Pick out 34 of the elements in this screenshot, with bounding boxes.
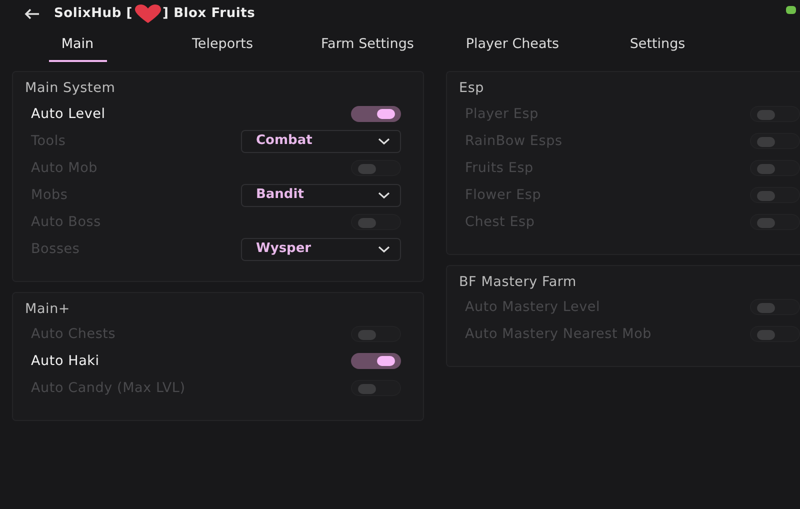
heart-icon <box>134 4 162 24</box>
toggle-switch[interactable] <box>750 133 800 149</box>
toggle-switch[interactable] <box>351 380 401 396</box>
back-icon[interactable] <box>24 8 40 20</box>
toggle-switch[interactable] <box>750 214 800 230</box>
tab[interactable]: Farm Settings <box>321 28 414 56</box>
chevron-down-icon <box>378 138 390 144</box>
toggle-switch[interactable] <box>750 326 800 342</box>
tab[interactable]: Main <box>61 28 94 56</box>
setting-label: Auto Haki <box>31 352 100 372</box>
toggle-switch[interactable] <box>351 160 401 176</box>
section-title: Esp <box>459 79 486 98</box>
window-title: ] Blox Fruits <box>162 5 256 24</box>
chevron-down-icon <box>378 246 390 252</box>
toggle-switch[interactable] <box>750 106 800 122</box>
toggle-switch[interactable] <box>351 106 401 122</box>
dropdown[interactable]: Bandit <box>241 184 401 206</box>
section-title: Main+ <box>25 300 72 318</box>
tab[interactable]: Player Cheats <box>466 28 560 56</box>
toggle-switch[interactable] <box>750 187 800 203</box>
toggle-switch[interactable] <box>351 353 401 370</box>
toggle-switch[interactable] <box>750 160 800 176</box>
dropdown[interactable]: Wysper <box>241 238 401 260</box>
dropdown[interactable]: Combat <box>241 130 401 152</box>
section-title: BF Mastery Farm <box>459 272 578 292</box>
tab[interactable]: Settings <box>630 28 686 56</box>
chevron-down-icon <box>378 192 390 198</box>
window-title: SolixHub [ <box>54 5 132 24</box>
setting-label: Auto Level <box>31 104 106 124</box>
section-title: Main System <box>25 79 116 98</box>
tab[interactable]: Teleports <box>192 28 254 56</box>
toggle-switch[interactable] <box>351 214 401 230</box>
toggle-switch[interactable] <box>750 299 800 316</box>
toggle-switch[interactable] <box>351 326 401 342</box>
